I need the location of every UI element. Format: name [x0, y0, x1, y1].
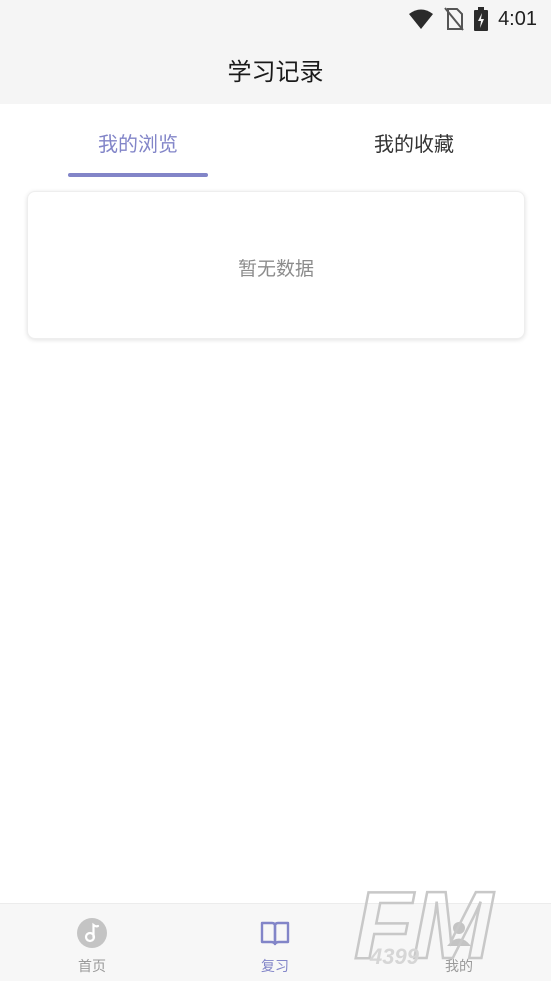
tab-bar: 我的浏览 我的收藏	[0, 104, 551, 180]
wifi-icon	[409, 9, 434, 29]
empty-state-text: 暂无数据	[237, 258, 314, 280]
nav-item-home[interactable]: 首页	[37, 904, 147, 981]
status-icons: 4:01	[408, 6, 537, 32]
no-sim-icon	[444, 7, 464, 31]
nav-label-mine: 我的	[445, 959, 473, 975]
active-tab-indicator	[68, 173, 208, 177]
music-note-icon	[77, 918, 107, 948]
empty-state-card: 暂无数据	[27, 191, 525, 339]
battery-charging-icon	[474, 7, 489, 31]
app-bar: 学习记录	[0, 38, 551, 104]
status-time: 4:01	[498, 7, 537, 30]
book-icon	[260, 921, 290, 946]
page-title: 学习记录	[227, 58, 324, 86]
tab-browse[interactable]: 我的浏览	[38, 128, 238, 157]
status-bar: 4:01	[0, 0, 551, 38]
bottom-nav: 首页 复习 我的	[0, 903, 551, 981]
nav-item-review[interactable]: 复习	[220, 904, 330, 981]
person-icon	[447, 922, 471, 946]
nav-item-mine[interactable]: 我的	[404, 904, 514, 981]
nav-label-home: 首页	[78, 959, 106, 975]
tab-favorites[interactable]: 我的收藏	[314, 128, 514, 157]
nav-label-review: 复习	[261, 959, 289, 975]
